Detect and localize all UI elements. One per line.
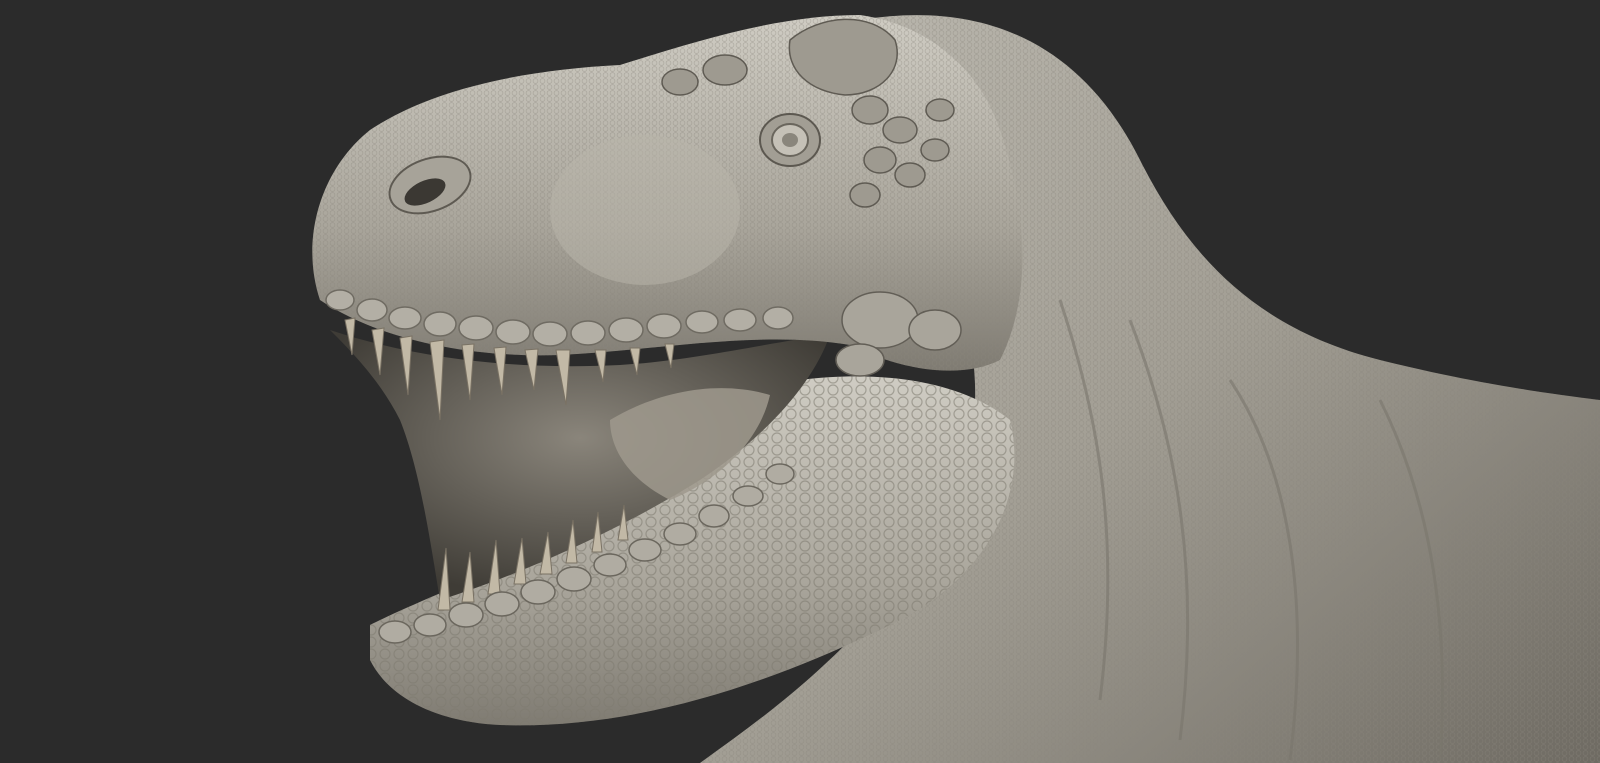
eye — [759, 113, 821, 167]
cheek-patch — [550, 135, 740, 285]
sculpt-scene — [0, 0, 1600, 763]
dinosaur-illustration — [312, 15, 1600, 763]
